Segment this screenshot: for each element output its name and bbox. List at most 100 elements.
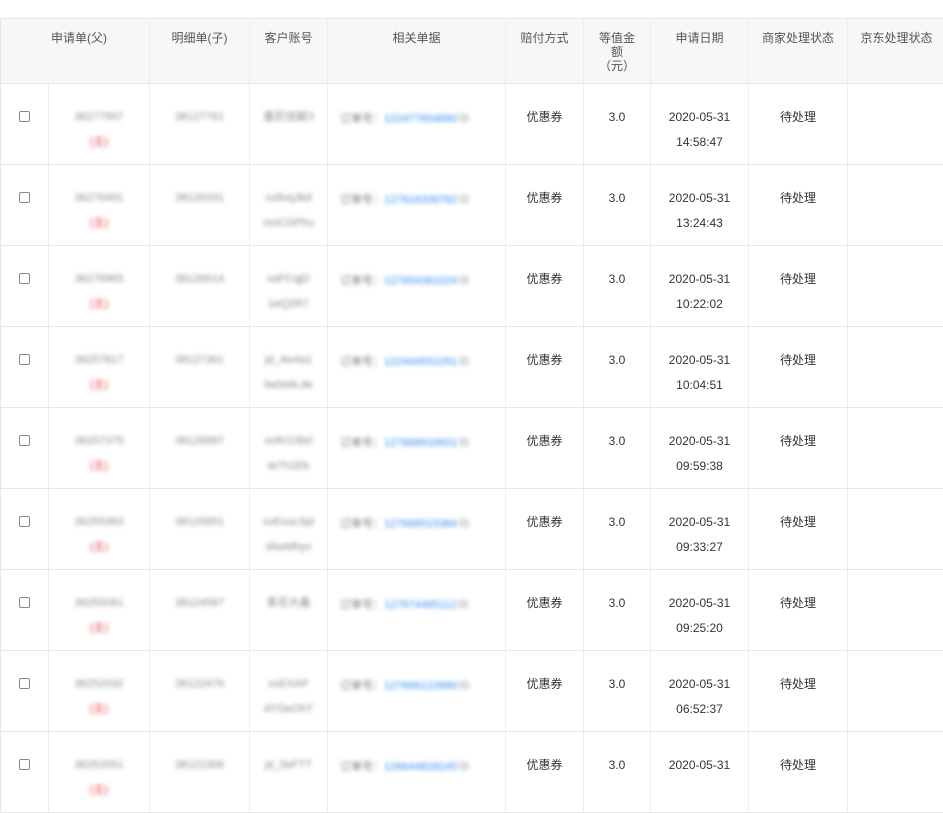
related-doc-cell: 订单号：122477654890⧉: [328, 84, 506, 165]
merchant-status-cell: 待处理: [749, 732, 848, 813]
row-select-cell[interactable]: [1, 732, 49, 813]
copy-icon[interactable]: ⧉: [459, 348, 468, 373]
jd-status-cell: [848, 246, 943, 327]
customer-account-cell: 嘉尼佳献3: [250, 84, 328, 165]
row-select-cell[interactable]: [1, 327, 49, 408]
child-order-id[interactable]: 38127361: [151, 348, 248, 373]
parent-order-id[interactable]: 36276965: [50, 267, 148, 292]
copy-icon[interactable]: ⧉: [459, 105, 468, 130]
parent-order-id[interactable]: 36257379: [50, 429, 148, 454]
child-order-id[interactable]: 38127761: [151, 105, 248, 130]
table-body: 36277957 (主) 38127761 嘉尼佳献3 订单号：12247765…: [1, 84, 943, 813]
customer-account-cell: 青花大鑫: [250, 570, 328, 651]
amount-cell: 3.0: [584, 570, 651, 651]
related-doc-cell: 订单号：127616339782⧉: [328, 165, 506, 246]
parent-order-cell: 36257379 (主): [49, 408, 150, 489]
payment-method-cell: 优惠券: [506, 165, 584, 246]
apply-date-cell: 2020-05-31: [651, 732, 749, 813]
table-row: 36255061 (主) 38124587 青花大鑫 订单号：127674485…: [1, 570, 943, 651]
related-doc-link[interactable]: 126644828245: [384, 761, 457, 773]
related-doc-link[interactable]: 122444551051: [384, 356, 457, 368]
row-checkbox[interactable]: [19, 192, 30, 203]
row-select-cell[interactable]: [1, 408, 49, 489]
related-doc-link[interactable]: 122477654890: [384, 113, 457, 125]
row-checkbox[interactable]: [19, 759, 30, 770]
row-checkbox[interactable]: [19, 354, 30, 365]
amount: 3.0: [609, 758, 626, 772]
parent-order-cell: 36252032 (主): [49, 651, 150, 732]
child-order-cell: 38121306: [150, 732, 250, 813]
related-doc-prefix: 订单号：: [340, 113, 384, 125]
merchant-status-cell: 待处理: [749, 489, 848, 570]
amount-cell: 3.0: [584, 327, 651, 408]
row-checkbox[interactable]: [19, 678, 30, 689]
copy-icon[interactable]: ⧉: [459, 591, 468, 616]
customer-account-line1: xx8vqJbd: [251, 186, 326, 211]
payment-method: 优惠券: [526, 515, 562, 529]
parent-order-id[interactable]: 36255061: [50, 591, 148, 616]
row-checkbox[interactable]: [19, 516, 30, 527]
row-select-cell[interactable]: [1, 165, 49, 246]
row-checkbox[interactable]: [19, 597, 30, 608]
parent-order-id[interactable]: 36277957: [50, 105, 148, 130]
child-order-cell: 38126614: [150, 246, 250, 327]
row-select-cell[interactable]: [1, 84, 49, 165]
header-jd-status: 京东处理状态: [848, 19, 943, 84]
child-order-id[interactable]: 38121306: [151, 753, 248, 778]
copy-icon[interactable]: ⧉: [459, 429, 468, 454]
related-doc-cell: 订单号：127674485112⧉: [328, 570, 506, 651]
child-order-id[interactable]: 38126331: [151, 186, 248, 211]
row-select-cell[interactable]: [1, 489, 49, 570]
copy-icon[interactable]: ⧉: [459, 672, 468, 697]
customer-account-line2: dAeMhyv: [251, 535, 326, 560]
row-select-cell[interactable]: [1, 570, 49, 651]
customer-account-line2: moCGPhu: [251, 211, 326, 236]
customer-account-cell: xxEXAP ATGeOhT: [250, 651, 328, 732]
related-doc-link[interactable]: 127666122680: [384, 680, 457, 692]
table-header: 申请单(父) 明细单(子) 客户账号 相关单据 赔付方式 等值金 额 （元） 申…: [1, 19, 943, 84]
parent-order-id[interactable]: 36257817: [50, 348, 148, 373]
apply-date-cell: 2020-05-31 09:59:38: [651, 408, 749, 489]
parent-order-id[interactable]: 36252051: [50, 753, 148, 778]
apply-date-cell: 2020-05-31 10:04:51: [651, 327, 749, 408]
row-select-cell[interactable]: [1, 246, 49, 327]
child-order-id[interactable]: 38126897: [151, 429, 248, 454]
payment-method-cell: 优惠券: [506, 327, 584, 408]
copy-icon[interactable]: ⧉: [459, 510, 468, 535]
parent-order-id[interactable]: 36276491: [50, 186, 148, 211]
apply-date-cell: 2020-05-31 13:24:43: [651, 165, 749, 246]
parent-order-tag: (主): [50, 697, 148, 722]
related-doc-link[interactable]: 127654361024: [384, 275, 457, 287]
related-doc-link[interactable]: 127674485112: [384, 599, 457, 611]
related-doc-prefix: 订单号：: [340, 680, 384, 692]
merchant-status: 待处理: [780, 677, 816, 691]
apply-date-cell: 2020-05-31 09:25:20: [651, 570, 749, 651]
parent-order-id[interactable]: 36255383: [50, 510, 148, 535]
related-doc-link[interactable]: 127616339782: [384, 194, 457, 206]
copy-icon[interactable]: ⧉: [459, 753, 468, 778]
merchant-status-cell: 待处理: [749, 327, 848, 408]
top-spacer: [0, 0, 943, 18]
child-order-cell: 38126331: [150, 165, 250, 246]
row-checkbox[interactable]: [19, 273, 30, 284]
child-order-id[interactable]: 38124587: [151, 591, 248, 616]
child-order-id[interactable]: 38122479: [151, 672, 248, 697]
table-row: 36257379 (主) 38126897 xxfKO3b0 te7h1Eb 订…: [1, 408, 943, 489]
customer-account-line1: xaFCqjD: [251, 267, 326, 292]
apply-date: 2020-05-31: [652, 753, 747, 778]
row-checkbox[interactable]: [19, 111, 30, 122]
related-doc-link[interactable]: 127666515384: [384, 518, 457, 530]
table-row: 36252051 (主) 38121306 jd_5eFTT 订单号：12664…: [1, 732, 943, 813]
child-order-id[interactable]: 38125951: [151, 510, 248, 535]
child-order-cell: 38124587: [150, 570, 250, 651]
related-doc-link[interactable]: 127668916601: [384, 437, 457, 449]
row-checkbox[interactable]: [19, 435, 30, 446]
child-order-cell: 38126897: [150, 408, 250, 489]
child-order-id[interactable]: 38126614: [151, 267, 248, 292]
parent-order-cell: 36276491 (主): [49, 165, 150, 246]
parent-order-id[interactable]: 36252032: [50, 672, 148, 697]
copy-icon[interactable]: ⧉: [459, 186, 468, 211]
row-select-cell[interactable]: [1, 651, 49, 732]
copy-icon[interactable]: ⧉: [459, 267, 468, 292]
parent-order-tag: (主): [50, 778, 148, 803]
